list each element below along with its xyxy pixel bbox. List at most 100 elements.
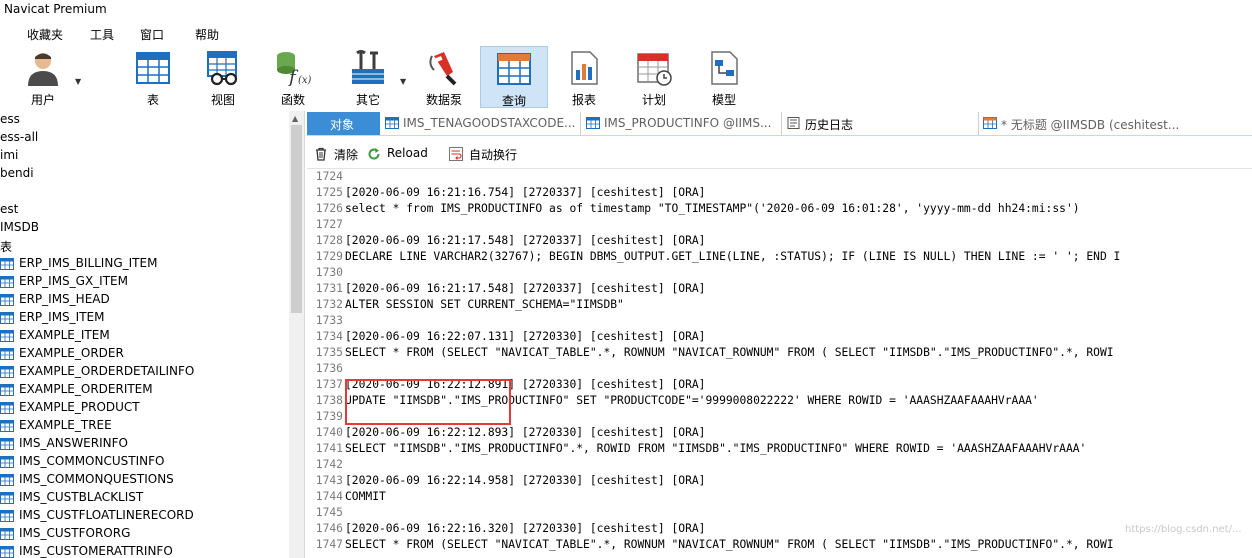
scroll-up-icon[interactable]: ▲ xyxy=(292,114,298,123)
other-dropdown-icon[interactable]: ▼ xyxy=(400,77,406,86)
function-icon: f (x) xyxy=(277,52,311,86)
query-button[interactable]: 查询 xyxy=(480,46,548,108)
table-item-label: IMS_CUSTOMERATTRINFO xyxy=(19,544,173,558)
table-icon xyxy=(0,366,14,378)
menu-window[interactable]: 窗口 xyxy=(140,26,164,43)
table-icon xyxy=(0,438,14,450)
user-dropdown-icon[interactable]: ▼ xyxy=(75,77,81,86)
model-button[interactable]: 模型 xyxy=(691,46,757,108)
navigation-pane: ess ess-all imi bendi est IMSDB 表 ERP_IM… xyxy=(0,111,305,558)
table-icon xyxy=(0,420,14,432)
line-number: 1730 xyxy=(315,266,343,279)
line-number: 1741 xyxy=(315,442,343,455)
line-number: 1746 xyxy=(315,522,343,535)
reload-button[interactable]: Reload xyxy=(367,146,437,162)
log-line: 1739 xyxy=(307,409,1252,425)
line-number: 1735 xyxy=(315,346,343,359)
view-label: 视图 xyxy=(210,93,235,107)
user-button[interactable]: 用户 xyxy=(10,46,76,108)
main-toolbar: 用户 ▼ 表 视图 f (x) 函数 其它 ▼ 数据泵 查询 报表 计划 模型 xyxy=(0,44,1252,110)
function-button[interactable]: f (x) 函数 xyxy=(260,46,326,108)
table-icon xyxy=(586,117,600,129)
table-icon xyxy=(0,474,14,486)
view-icon xyxy=(207,51,238,86)
log-line: 1735 SELECT * FROM (SELECT "NAVICAT_TABLE… xyxy=(307,345,1252,361)
log-line: 1736 xyxy=(307,361,1252,377)
schedule-label: 计划 xyxy=(641,93,666,107)
clear-button[interactable]: 清除 xyxy=(314,146,369,162)
log-line: 1731 [2020-06-09 16:21:17.548] [2720337] … xyxy=(307,281,1252,297)
log-line: 1729 DECLARE LINE VARCHAR2(32767); BEGIN … xyxy=(307,249,1252,265)
table-icon xyxy=(0,546,14,558)
function-label: 函数 xyxy=(280,93,305,107)
table-item-label: EXAMPLE_ORDER xyxy=(19,346,124,360)
table-icon xyxy=(0,312,14,324)
query-icon xyxy=(983,117,997,129)
line-number: 1742 xyxy=(315,458,343,471)
menu-favorites[interactable]: 收藏夹 xyxy=(27,26,63,43)
menu-help[interactable]: 帮助 xyxy=(195,26,219,43)
menu-bar: 收藏夹 工具 窗口 帮助 xyxy=(0,22,1252,44)
table-icon xyxy=(0,276,14,288)
log-text: SELECT "IIMSDB"."IMS_PRODUCTINFO".*, ROW… xyxy=(345,442,1087,455)
tab-history-log[interactable]: 历史日志 xyxy=(783,112,978,135)
table-icon xyxy=(0,258,14,270)
table-icon xyxy=(0,456,14,468)
report-icon xyxy=(571,51,598,85)
table-button[interactable]: 表 xyxy=(120,46,186,108)
user-icon xyxy=(28,53,58,86)
line-number: 1729 xyxy=(315,250,343,263)
query-label: 查询 xyxy=(501,94,526,108)
log-line: 1725 [2020-06-09 16:21:16.754] [2720337] … xyxy=(307,185,1252,201)
log-line: 1737 [2020-06-09 16:22:12.891] [2720330] … xyxy=(307,377,1252,393)
table-icon xyxy=(0,528,14,540)
tools-icon xyxy=(352,50,384,84)
line-number: 1743 xyxy=(315,474,343,487)
table-icon xyxy=(0,294,14,306)
data-pump-button[interactable]: 数据泵 xyxy=(411,46,477,108)
tab-objects[interactable]: 对象 xyxy=(307,112,380,135)
table-item-label: IMS_COMMONCUSTINFO xyxy=(19,454,165,468)
scrollbar-thumb[interactable] xyxy=(291,125,302,313)
tab-tenagoodstaxcode[interactable]: IMS_TENAGOODSTAXCODE... xyxy=(381,112,581,135)
report-button[interactable]: 报表 xyxy=(551,46,617,108)
log-line: 1743 [2020-06-09 16:22:14.958] [2720330] … xyxy=(307,473,1252,489)
table-icon xyxy=(0,330,14,342)
log-line: 1747 SELECT * FROM (SELECT "NAVICAT_TABLE… xyxy=(307,537,1252,553)
line-number: 1725 xyxy=(315,186,343,199)
tab-untitled-query[interactable]: * 无标题 @IIMSDB (ceshitest... xyxy=(978,112,1252,135)
user-label: 用户 xyxy=(30,93,55,107)
line-number: 1734 xyxy=(315,330,343,343)
other-label: 其它 xyxy=(355,93,380,107)
app-title: Navicat Premium xyxy=(4,2,107,16)
table-item-label: EXAMPLE_PRODUCT xyxy=(19,400,140,414)
line-number: 1740 xyxy=(315,426,343,439)
model-label: 模型 xyxy=(711,93,736,107)
schedule-button[interactable]: 计划 xyxy=(621,46,687,108)
view-button[interactable]: 视图 xyxy=(190,46,256,108)
word-wrap-icon xyxy=(449,147,463,161)
table-icon xyxy=(136,52,170,84)
log-line: 1745 xyxy=(307,505,1252,521)
svg-text:(x): (x) xyxy=(298,75,311,86)
line-number: 1731 xyxy=(315,282,343,295)
word-wrap-toggle[interactable]: 自动换行 xyxy=(449,146,529,162)
table-item-label: ERP_IMS_GX_ITEM xyxy=(19,274,128,288)
log-line: 1738 UPDATE "IIMSDB"."IMS_PRODUCTINFO" SE… xyxy=(307,393,1252,409)
log-toolbar: 清除 Reload 自动换行 xyxy=(307,140,1252,168)
sidebar-scrollbar[interactable]: ▲ xyxy=(289,111,304,558)
report-label: 报表 xyxy=(571,93,596,107)
table-icon xyxy=(385,117,399,129)
log-line: 1742 xyxy=(307,457,1252,473)
reload-icon xyxy=(368,148,380,160)
other-button[interactable]: 其它 xyxy=(335,46,401,108)
menu-tools[interactable]: 工具 xyxy=(90,26,114,43)
log-text: [2020-06-09 16:22:12.891] [2720330] [ces… xyxy=(345,378,706,391)
history-log-view[interactable]: 1724 1725 [2020-06-09 16:21:16.754] [27203… xyxy=(307,168,1252,558)
log-line: 1728 [2020-06-09 16:21:17.548] [2720337] … xyxy=(307,233,1252,249)
tab-productinfo[interactable]: IMS_PRODUCTINFO @IIMS... xyxy=(582,112,782,135)
log-text: DECLARE LINE VARCHAR2(32767); BEGIN DBMS… xyxy=(345,250,1121,263)
table-item-label: ERP_IMS_ITEM xyxy=(19,310,105,324)
log-text: select * from IMS_PRODUCTINFO as of time… xyxy=(345,202,1080,215)
table-item-label: ERP_IMS_BILLING_ITEM xyxy=(19,256,158,270)
